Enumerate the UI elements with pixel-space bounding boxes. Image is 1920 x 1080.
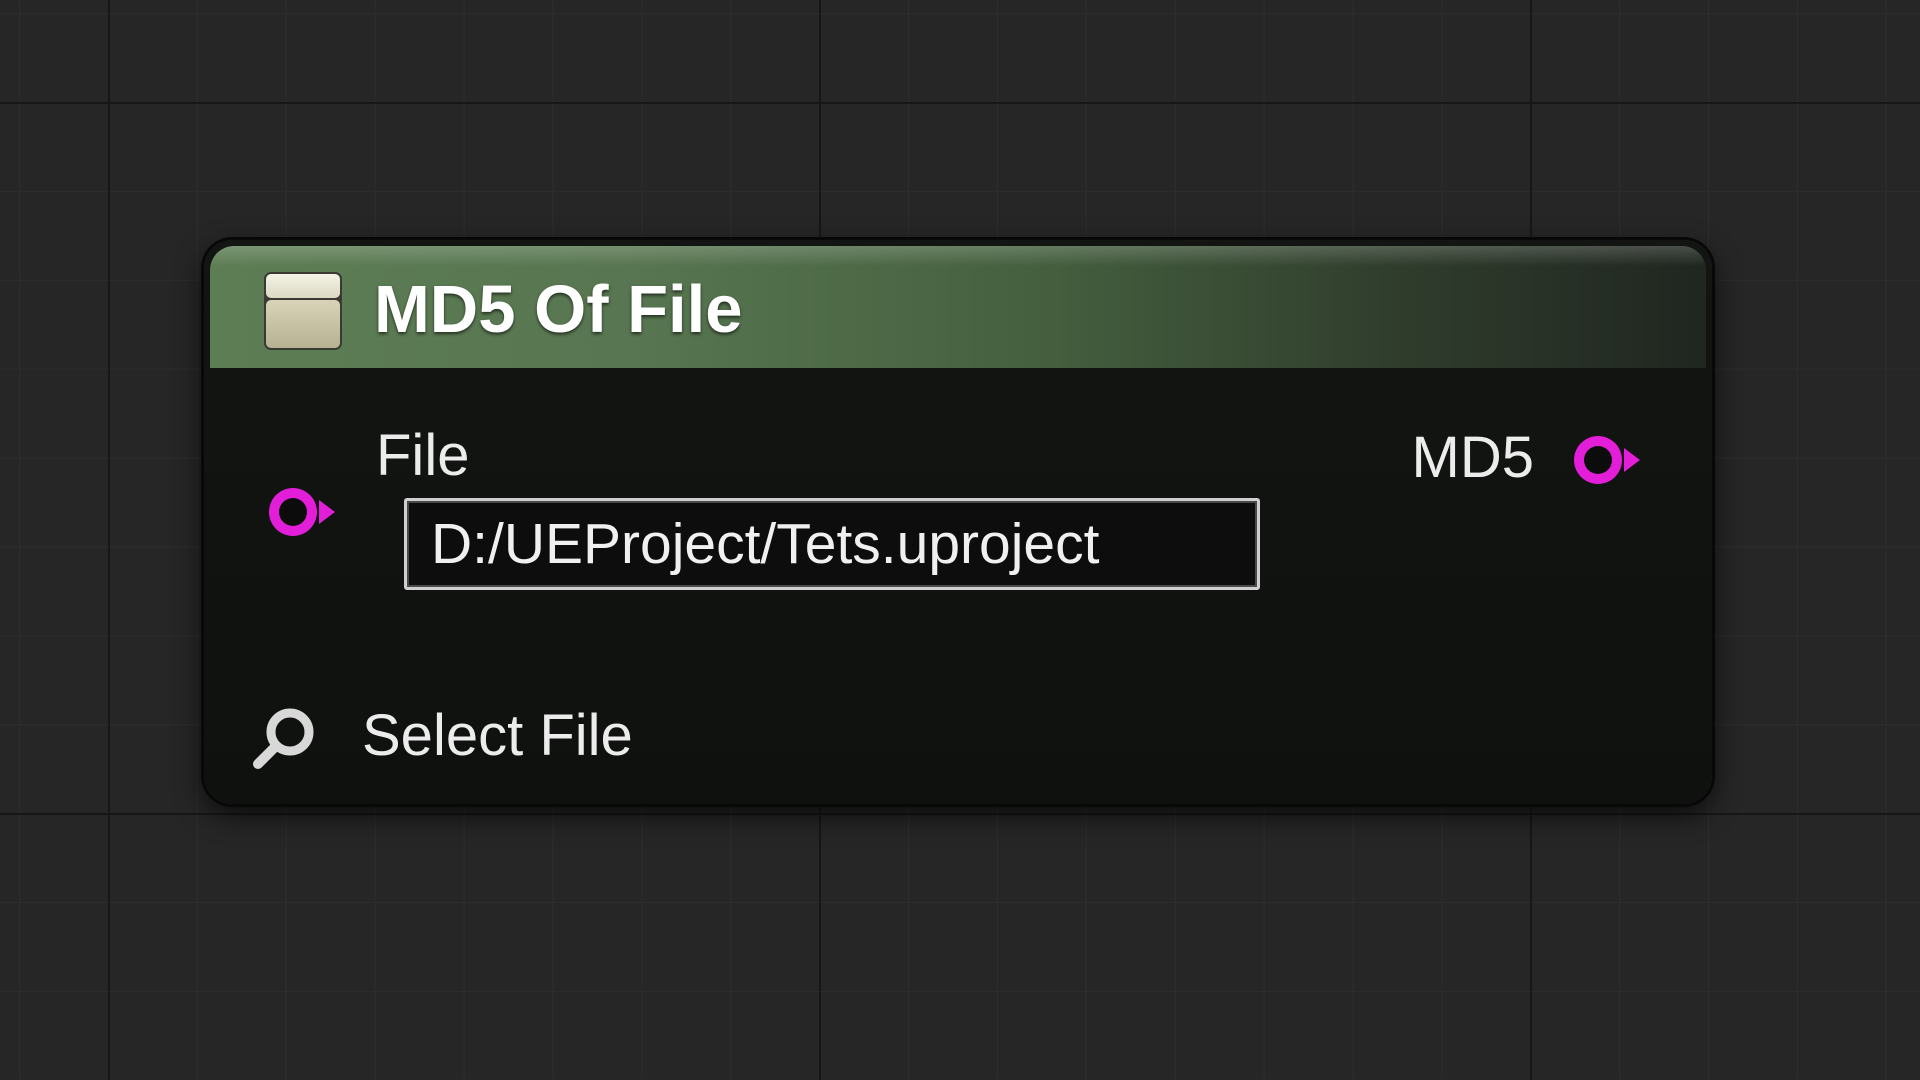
function-box-icon xyxy=(264,272,342,350)
file-path-input[interactable]: D:/UEProject/Tets.uproject xyxy=(404,498,1260,590)
blueprint-graph-canvas[interactable]: MD5 Of File File D:/UEProject/Tets.uproj… xyxy=(0,0,1920,1080)
file-input-label: File xyxy=(376,423,470,488)
file-input-pin-icon[interactable] xyxy=(259,477,347,547)
select-file-button[interactable]: Select File xyxy=(250,698,750,778)
search-icon xyxy=(253,708,314,769)
md5-of-file-node[interactable]: MD5 Of File File D:/UEProject/Tets.uproj… xyxy=(204,240,1712,804)
md5-output-label: MD5 xyxy=(1411,425,1534,490)
node-header[interactable]: MD5 Of File xyxy=(210,246,1706,368)
select-file-label: Select File xyxy=(362,703,633,768)
md5-output-pin-icon[interactable] xyxy=(1564,425,1652,495)
node-title: MD5 Of File xyxy=(374,272,743,347)
